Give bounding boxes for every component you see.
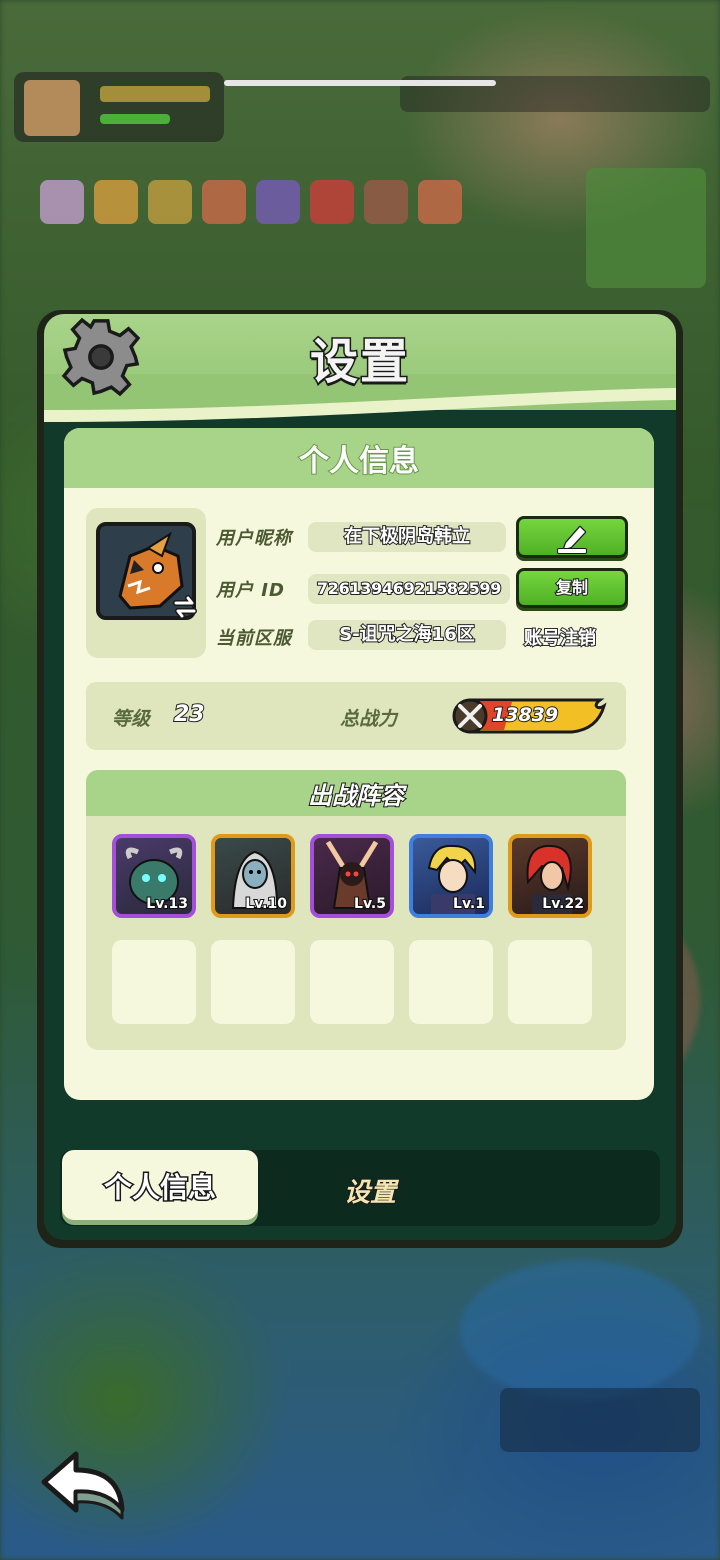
hero-level: Lv.13 bbox=[145, 895, 189, 913]
empty-slot[interactable] bbox=[409, 940, 493, 1024]
empty-slot[interactable] bbox=[310, 940, 394, 1024]
hero-slot-1[interactable]: Lv.13 bbox=[112, 834, 196, 918]
hero-level: Lv.5 bbox=[353, 895, 387, 913]
minimap bbox=[586, 168, 706, 288]
deregister-account-link[interactable]: 账号注销 bbox=[523, 624, 597, 650]
tab-settings[interactable]: 设置 bbox=[290, 1172, 450, 1209]
empty-slot[interactable] bbox=[112, 940, 196, 1024]
background-hero-strip bbox=[40, 180, 462, 224]
battle-lineup: 出战阵容 Lv.13 Lv.10 Lv.5 Lv.1 Lv.22 bbox=[86, 770, 626, 1050]
hero-slot-3[interactable]: Lv.5 bbox=[310, 834, 394, 918]
player-portrait bbox=[24, 80, 80, 136]
tab-personal-info-label: 个人信息 bbox=[102, 1170, 217, 1206]
stats-row: 等级 23 总战力 13839 bbox=[86, 682, 626, 750]
tab-personal-info[interactable]: 个人信息 bbox=[62, 1150, 258, 1220]
edit-nickname-button[interactable] bbox=[516, 516, 628, 558]
home-indicator bbox=[224, 80, 496, 86]
level-value: 23 bbox=[173, 701, 206, 728]
power-label: 总战力 bbox=[340, 708, 398, 730]
hero-slot-4[interactable]: Lv.1 bbox=[409, 834, 493, 918]
profile-card-title: 个人信息 bbox=[298, 443, 420, 480]
power-badge: 13839 bbox=[452, 696, 608, 736]
player-status-bar bbox=[14, 72, 224, 142]
empty-slot[interactable] bbox=[211, 940, 295, 1024]
tab-bar: 个人信息 设置 bbox=[60, 1150, 660, 1226]
hero-slot-5[interactable]: Lv.22 bbox=[508, 834, 592, 918]
empty-slot[interactable] bbox=[508, 940, 592, 1024]
power-value: 13839 bbox=[491, 703, 559, 727]
profile-card: 个人信息 用户昵称 在下极阴岛韩立 用户 ID 7261394692158259… bbox=[64, 428, 654, 1100]
copy-id-button[interactable]: 复制 bbox=[516, 568, 628, 608]
avatar-frame[interactable] bbox=[86, 508, 206, 658]
server-value: S-诅咒之海16区 bbox=[308, 620, 506, 650]
level-label: 等级 bbox=[112, 708, 151, 730]
nickname-value: 在下极阴岛韩立 bbox=[308, 522, 506, 552]
background-notice bbox=[500, 1388, 700, 1452]
nickname-label: 用户昵称 bbox=[216, 528, 292, 549]
pencil-edit-icon bbox=[557, 525, 587, 554]
server-label: 当前区服 bbox=[216, 628, 292, 649]
hero-level: Lv.10 bbox=[244, 895, 288, 913]
swap-avatar-icon[interactable] bbox=[170, 592, 200, 622]
panel-header: 设置 bbox=[44, 314, 676, 422]
hero-slot-2[interactable]: Lv.10 bbox=[211, 834, 295, 918]
settings-panel: 设置 个人信息 用户昵称 在下极阴岛韩立 用户 ID 7261394692158… bbox=[44, 314, 676, 1240]
user-id-label: 用户 ID bbox=[216, 580, 285, 601]
lineup-title: 出战阵容 bbox=[307, 781, 405, 811]
hero-level: Lv.1 bbox=[452, 895, 486, 913]
panel-title: 设置 bbox=[308, 333, 410, 392]
hero-level: Lv.22 bbox=[541, 895, 585, 913]
user-id-value: 72613946921582599 bbox=[308, 574, 510, 604]
back-arrow-icon[interactable] bbox=[36, 1448, 130, 1524]
